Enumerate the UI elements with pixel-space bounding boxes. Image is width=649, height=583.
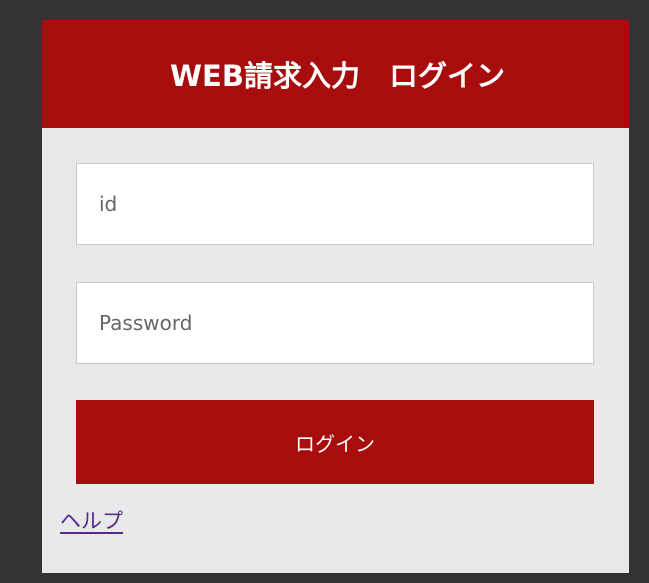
password-input[interactable] bbox=[76, 282, 594, 364]
help-link[interactable]: ヘルプ bbox=[60, 505, 123, 535]
login-button[interactable]: ログイン bbox=[76, 400, 594, 484]
page-title: WEB請求入力 ログイン bbox=[170, 59, 505, 93]
login-panel: WEB請求入力 ログイン ログイン ヘルプ bbox=[42, 20, 629, 573]
login-screen: WEB請求入力 ログイン ログイン ヘルプ bbox=[0, 0, 649, 583]
id-input[interactable] bbox=[76, 163, 594, 245]
login-header: WEB請求入力 ログイン bbox=[42, 20, 629, 128]
